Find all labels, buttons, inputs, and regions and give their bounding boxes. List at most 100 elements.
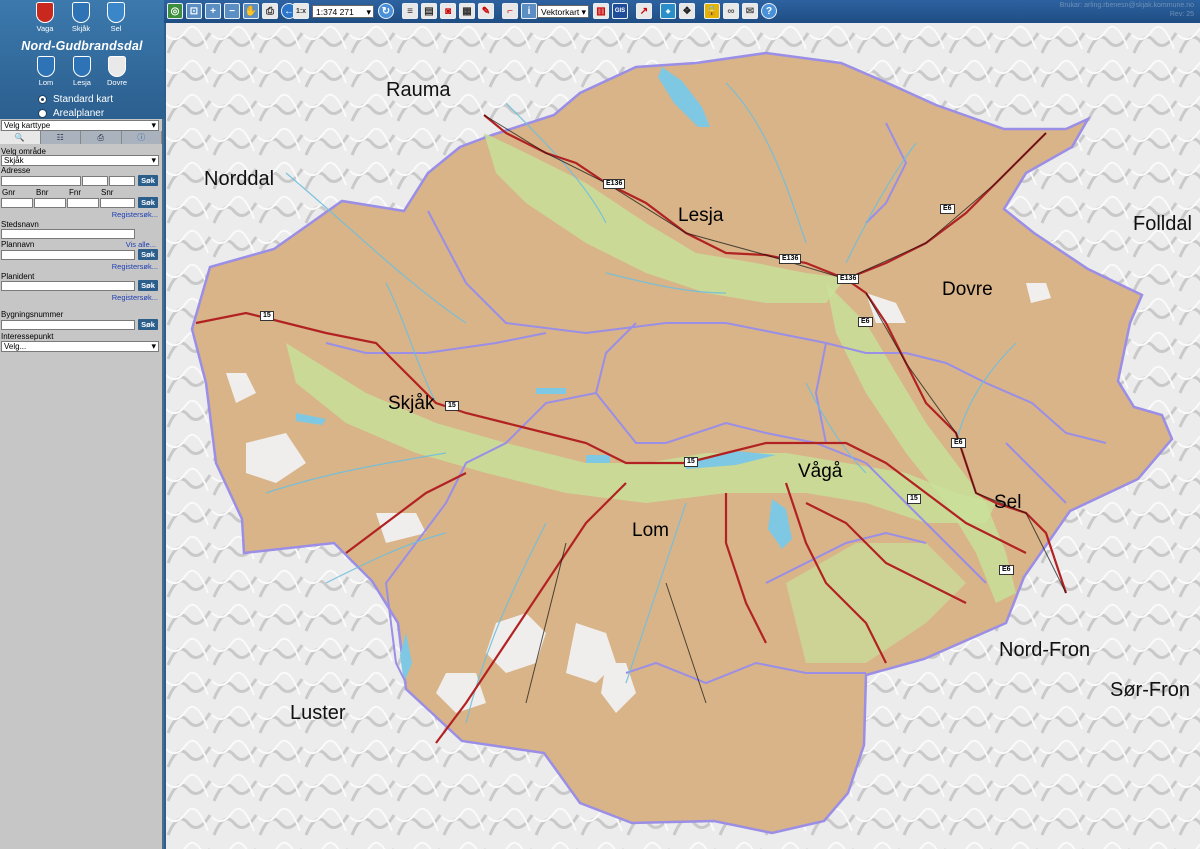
building-number-input[interactable] [1,320,135,330]
tab-layers[interactable]: ☷ [40,131,81,144]
table-button[interactable]: ▦ [459,3,475,19]
user-info: Brukar: arling.rbenesn@skjak.kommune.no … [1060,1,1194,19]
zoom-window-icon: ⊡ [189,5,199,17]
map-type-toolbar-select[interactable]: Vektorkart [537,5,589,18]
link-button[interactable]: ∞ [723,3,739,19]
chart-button[interactable]: ↗ [636,3,652,19]
gnr-input[interactable] [1,198,33,208]
scale-icon-button[interactable]: 1:x [293,3,309,19]
road-shield-e6: E6 [940,204,955,214]
brand-header: Vaga Skjåk Sel Nord-Gudbrandsdal Lom Les… [0,0,164,119]
scale-select[interactable]: 1:374 271 [312,5,374,18]
crest-label: Skjåk [71,24,91,33]
zoom-full-extent-button[interactable]: ◎ [167,3,183,19]
list-button[interactable]: ≡ [402,3,418,19]
address-number-input[interactable] [82,176,108,186]
table-icon: ▦ [462,5,472,17]
measure-button[interactable]: ⌐ [502,3,518,19]
pan-button[interactable]: ✋ [243,3,259,19]
map-canvas[interactable]: Lesja Dovre Skjåk Vågå Sel Lom Rauma Nor… [166,23,1200,849]
printer-icon: ⎙ [266,5,274,17]
map-svg [166,23,1200,849]
radio-label: Arealplaner [53,108,105,119]
zoom-window-button[interactable]: ⊡ [186,3,202,19]
user-email: Brukar: arling.rbenesn@skjak.kommune.no [1059,2,1194,9]
print-icon: ⎙ [97,133,104,142]
crest-lesja[interactable]: Lesja [67,56,97,87]
neighbour-label-sor-fron: Sør-Fron [1110,679,1190,701]
neighbour-label-norddal: Norddal [204,168,275,190]
placename-input[interactable] [1,229,135,239]
plan-name-input[interactable] [1,250,135,260]
print-button[interactable]: ⎙ [262,3,278,19]
plan-id-search-button[interactable]: Søk [138,280,158,291]
municipality-label-skjak: Skjåk [388,393,435,414]
crest-lom[interactable]: Lom [31,56,61,87]
address-street-input[interactable] [1,176,81,186]
snr-input[interactable] [100,198,135,208]
revision-text: Rev: 25 [1169,11,1194,18]
crest-vaga-icon [36,2,54,23]
layers-icon: ☷ [56,133,64,142]
hand-icon: ✋ [244,5,258,17]
snr-label: Snr [101,188,114,197]
bnr-input[interactable] [34,198,66,208]
address-search-button[interactable]: Søk [138,175,158,186]
lock-button[interactable]: 🔒 [704,3,720,19]
plan-search-button[interactable]: Søk [138,249,158,260]
crest-dovre[interactable]: Dovre [102,56,132,87]
kilden-button[interactable]: ◈ [660,3,676,19]
list-icon: ≡ [407,5,413,17]
zoom-out-button[interactable]: − [224,3,240,19]
radio-dot-icon [38,109,47,118]
eraser-icon: ✎ [481,5,491,17]
document-button[interactable]: ▤ [421,3,437,19]
tools-button[interactable]: ❖ [679,3,695,19]
zoom-in-button[interactable]: + [205,3,221,19]
placename-label: Stedsnavn [1,220,39,229]
road-shield-e136: E136 [603,179,626,189]
register-search-link[interactable]: Registersøk... [112,262,158,271]
report-button[interactable]: ◙ [440,3,456,19]
building-search-button[interactable]: Søk [138,319,158,330]
road-shield-e136: E136 [837,274,860,284]
cadastre-search-button[interactable]: Søk [138,197,158,208]
plan-id-input[interactable] [1,281,135,291]
register-search-link[interactable]: Registersøk... [112,210,158,219]
register-search-link[interactable]: Registersøk... [112,293,158,302]
refresh-button[interactable]: ↻ [378,3,394,19]
road-shield-e136: E136 [779,254,802,264]
road-shield-15: 15 [260,311,274,321]
info-button[interactable]: i [521,3,537,19]
area-select[interactable]: Skjåk [1,155,159,166]
tab-print[interactable]: ⎙ [81,131,122,144]
crest-lom-icon [37,56,55,77]
road-shield-e6: E6 [858,317,873,327]
zoom-in-icon: + [210,5,216,17]
municipality-label-lesja: Lesja [678,205,724,226]
map-type-select[interactable]: Velg karttype [1,120,159,131]
kilden-icon: ◈ [665,8,671,15]
tab-info[interactable]: ⓘ [121,131,162,144]
gislink-button[interactable]: GIS [612,3,628,19]
address-letter-input[interactable] [109,176,135,186]
gnr-label: Gnr [2,188,16,197]
road-shield-15: 15 [907,494,921,504]
fnr-input[interactable] [67,198,99,208]
tab-search[interactable]: 🔍 [0,131,41,144]
neighbour-label-folldal: Folldal [1133,213,1192,235]
help-button[interactable]: ? [761,3,777,19]
crest-skjak[interactable]: Skjåk [66,2,96,33]
radio-zoning-plans[interactable]: Arealplaner [38,108,104,119]
mail-button[interactable]: ✉ [742,3,758,19]
map-toolbar: ◎ ⊡ + − ✋ ⎙ ← 1:x 1:374 271 ↻ ≡ ▤ ◙ ▦ ✎ … [164,0,1200,23]
legend-button[interactable]: ▥ [593,3,609,19]
tools-icon: ❖ [682,5,692,17]
crest-vaga[interactable]: Vaga [30,2,60,33]
eraser-button[interactable]: ✎ [478,3,494,19]
poi-select[interactable]: Velg... [1,341,159,352]
crest-sel[interactable]: Sel [101,2,131,33]
show-all-link[interactable]: Vis alle... [126,240,156,249]
radio-standard-map[interactable]: Standard kart [38,94,113,105]
crest-label: Sel [110,24,122,33]
